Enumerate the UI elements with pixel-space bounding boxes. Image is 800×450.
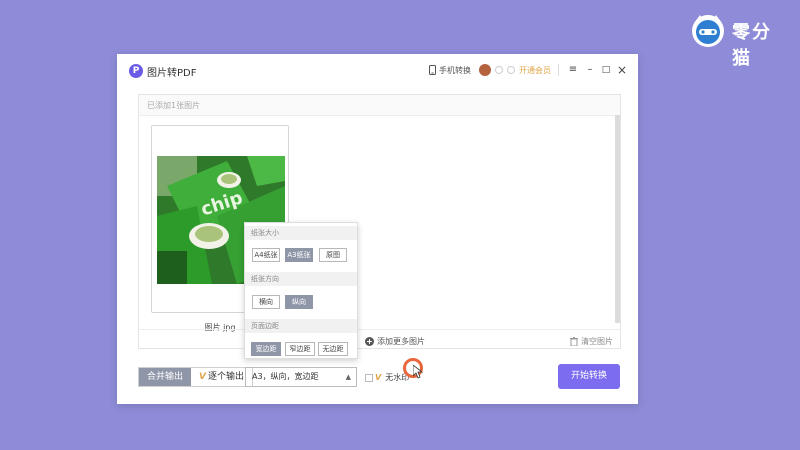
pdf-settings-select[interactable]: A3，纵向，宽边距 ▲	[245, 367, 357, 387]
vip-v-icon: V	[375, 373, 382, 382]
panel-footer: 添加更多图片 清空图片	[139, 329, 620, 350]
mouse-cursor-icon	[413, 365, 423, 379]
add-more-label: 添加更多图片	[377, 337, 425, 346]
image-count: 已添加1张图片	[147, 101, 201, 110]
paper-original-option[interactable]: 原图	[319, 248, 347, 262]
phone-convert-button[interactable]: 手机转换	[429, 63, 471, 77]
app-title: 图片转PDF	[147, 68, 197, 79]
single-output-button[interactable]: V 逐个输出	[191, 368, 252, 386]
pdf-settings-dropdown: 纸张大小 A4纸张 A3纸张 原图 纸张方向 横向 纵向 页面边距 宽边距 窄边…	[244, 222, 358, 359]
status-dot-icon	[495, 66, 503, 74]
single-output-label: 逐个输出	[207, 372, 244, 382]
plus-circle-icon	[365, 337, 374, 346]
phone-icon	[429, 65, 436, 75]
merge-output-button[interactable]: 合并输出	[139, 368, 192, 386]
vip-v-icon: V	[199, 372, 206, 382]
output-mode-toggle: 合并输出 V 逐个输出	[138, 367, 253, 387]
status-dot-icon	[507, 66, 515, 74]
brand-name: 零分猫	[732, 22, 772, 69]
scrollbar[interactable]	[615, 115, 620, 323]
margin-section-label: 页面边距	[245, 319, 357, 333]
phone-convert-label: 手机转换	[439, 65, 471, 75]
app-logo-icon: P	[129, 64, 143, 78]
vip-link[interactable]: 开通会员	[519, 65, 551, 76]
minimize-button[interactable]: –	[584, 63, 596, 77]
start-convert-button[interactable]: 开始转换	[558, 364, 620, 389]
close-button[interactable]: ×	[616, 63, 628, 77]
orientation-section-label: 纸张方向	[245, 272, 357, 286]
paper-a3-option[interactable]: A3纸张	[285, 248, 313, 262]
cat-logo-icon	[692, 15, 724, 47]
scrollbar-thumb[interactable]	[615, 115, 620, 323]
brand-badge: 零分猫	[690, 12, 790, 69]
app-window: P 图片转PDF 手机转换 开通会员 ≡ – □ × 已添加1张图片 chip …	[117, 54, 638, 404]
menu-icon[interactable]: ≡	[567, 63, 579, 77]
image-panel: 已添加1张图片 chip Green	[138, 94, 621, 349]
pdf-settings-value: A3，纵向，宽边距	[252, 372, 319, 381]
no-watermark-option[interactable]: V 无水印	[365, 372, 409, 383]
clear-images-button[interactable]: 清空图片	[570, 336, 613, 347]
trash-icon	[570, 337, 578, 346]
divider	[558, 64, 559, 76]
panel-header: 已添加1张图片	[139, 95, 620, 116]
caret-up-icon: ▲	[345, 373, 351, 381]
maximize-button[interactable]: □	[600, 63, 612, 77]
title-bar: P 图片转PDF 手机转换 开通会员 ≡ – □ ×	[117, 54, 638, 87]
avatar[interactable]	[479, 64, 491, 76]
margin-wide-option[interactable]: 宽边距	[251, 342, 281, 356]
margin-none-option[interactable]: 无边距	[318, 342, 348, 356]
no-watermark-checkbox[interactable]	[365, 373, 373, 382]
margin-narrow-option[interactable]: 窄边距	[285, 342, 315, 356]
clear-images-label: 清空图片	[581, 337, 613, 346]
paper-size-section-label: 纸张大小	[245, 226, 357, 240]
paper-a4-option[interactable]: A4纸张	[252, 248, 280, 262]
orientation-portrait-option[interactable]: 纵向	[285, 295, 313, 309]
orientation-landscape-option[interactable]: 横向	[252, 295, 280, 309]
add-more-images-button[interactable]: 添加更多图片	[365, 336, 425, 347]
